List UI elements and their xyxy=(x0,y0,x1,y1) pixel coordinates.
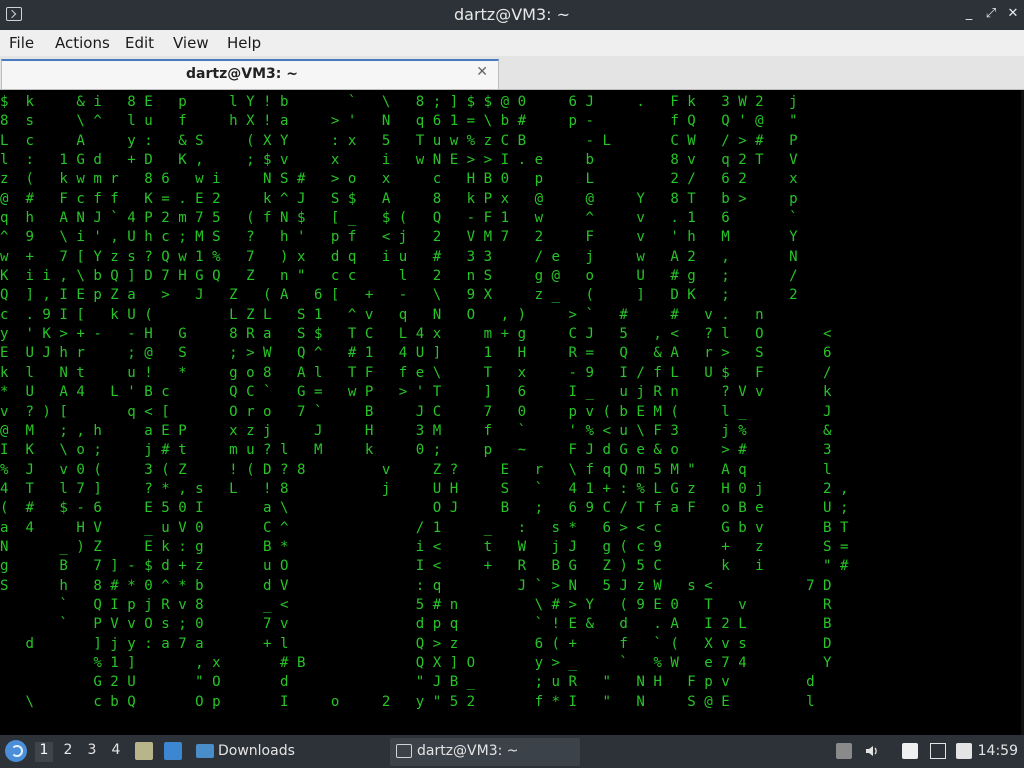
folder-icon xyxy=(196,744,214,758)
network-tray-icon[interactable] xyxy=(956,743,972,759)
task-terminal[interactable]: dartz@VM3: ~ xyxy=(390,738,580,766)
workspace-1[interactable]: 1 xyxy=(35,742,53,762)
tab-bar: dartz@VM3: ~ ✕ xyxy=(0,56,1024,90)
workspace-4[interactable]: 4 xyxy=(107,742,125,762)
workspace-2[interactable]: 2 xyxy=(59,742,77,762)
file-manager-launcher-icon[interactable] xyxy=(135,742,153,760)
close-button[interactable]: ✕ xyxy=(1006,6,1020,22)
menu-help[interactable]: Help xyxy=(227,34,261,52)
taskbar: 1 2 3 4 Downloads dartz@VM3: ~ 14:59 xyxy=(0,735,1024,768)
tab-close-icon[interactable]: ✕ xyxy=(476,64,488,80)
menu-bar: File Actions Edit View Help xyxy=(0,30,1024,56)
terminal-output[interactable]: $ k & i 8 E p l Y ! b ` \ 8 ; ] $ $ @ 0 … xyxy=(0,90,1024,735)
menu-file[interactable]: File xyxy=(9,34,34,52)
window-title: dartz@VM3: ~ xyxy=(453,5,571,24)
terminal-icon xyxy=(396,744,412,758)
notes-tray-icon[interactable] xyxy=(902,743,918,759)
clock: 14:59 xyxy=(977,743,1018,759)
window-titlebar[interactable]: dartz@VM3: ~ _ ⤢ ✕ xyxy=(0,0,1024,30)
menu-edit[interactable]: Edit xyxy=(125,34,154,52)
workspace-3[interactable]: 3 xyxy=(83,742,101,762)
tab-terminal[interactable]: dartz@VM3: ~ ✕ xyxy=(1,59,499,89)
start-menu-icon[interactable] xyxy=(5,740,27,762)
menu-actions[interactable]: Actions xyxy=(55,34,110,52)
menu-view[interactable]: View xyxy=(173,34,209,52)
task-downloads[interactable]: Downloads xyxy=(193,740,373,764)
clipboard-tray-icon[interactable] xyxy=(836,743,852,759)
display-tray-icon[interactable] xyxy=(930,743,946,759)
minimize-button[interactable]: _ xyxy=(962,6,976,22)
matrix-rain-text: $ k & i 8 E p l Y ! b ` \ 8 ; ] $ $ @ 0 … xyxy=(0,94,849,710)
tab-label: dartz@VM3: ~ xyxy=(186,66,298,82)
task-terminal-label: dartz@VM3: ~ xyxy=(417,743,519,759)
maximize-button[interactable]: ⤢ xyxy=(984,6,998,22)
volume-icon[interactable] xyxy=(864,743,880,759)
show-desktop-icon[interactable] xyxy=(164,742,182,760)
task-downloads-label: Downloads xyxy=(218,743,295,759)
